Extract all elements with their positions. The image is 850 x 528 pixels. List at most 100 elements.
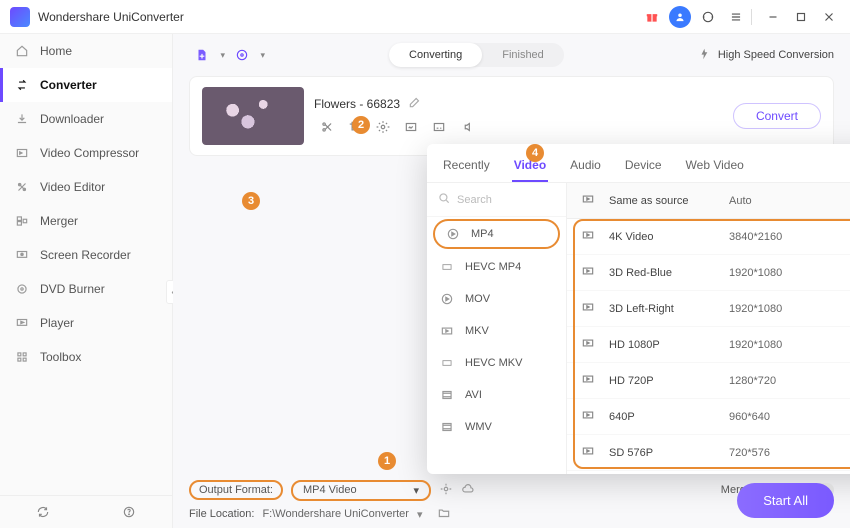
format-search[interactable]: Search xyxy=(427,183,566,217)
resolution-name: HD 1080P xyxy=(609,339,729,351)
film-icon xyxy=(439,388,455,402)
sidebar: Home Converter Downloader Video Compress… xyxy=(0,34,173,528)
resolution-row[interactable]: 3D Left-Right 1920*1080 xyxy=(567,291,850,327)
burner-icon xyxy=(14,281,30,297)
settings-icon[interactable] xyxy=(439,482,453,499)
video-tools xyxy=(314,120,723,137)
add-file-button[interactable]: ▾ xyxy=(189,42,215,68)
sidebar-item-recorder[interactable]: Screen Recorder xyxy=(0,238,172,272)
trim-icon[interactable] xyxy=(320,120,334,137)
add-disc-button[interactable]: ▾ xyxy=(229,42,255,68)
resolution-row[interactable]: Same as source Auto xyxy=(567,183,850,219)
format-label: HEVC MP4 xyxy=(465,261,521,273)
film-icon xyxy=(439,420,455,434)
player-icon xyxy=(14,315,30,331)
refresh-button[interactable] xyxy=(0,496,86,528)
resolution-row[interactable]: 4K Video 3840*2160 xyxy=(567,219,850,255)
convert-button[interactable]: Convert xyxy=(733,103,821,129)
tab-web-video[interactable]: Web Video xyxy=(684,152,746,182)
tab-audio[interactable]: Audio xyxy=(568,152,603,182)
format-mp4[interactable]: MP4 xyxy=(433,219,560,249)
sidebar-item-label: Downloader xyxy=(40,112,104,126)
resolution-name: HD 720P xyxy=(609,375,729,387)
sidebar-item-converter[interactable]: Converter xyxy=(0,68,172,102)
status-segment: Converting Finished xyxy=(389,43,564,67)
resolution-value: 3840*2160 xyxy=(729,231,850,243)
tab-converting[interactable]: Converting xyxy=(389,43,482,67)
sidebar-item-merger[interactable]: Merger xyxy=(0,204,172,238)
resolution-name: SD 576P xyxy=(609,447,729,459)
chevron-down-icon[interactable]: ▾ xyxy=(417,508,423,521)
format-panel: Recently Video Audio Device Web Video Se… xyxy=(427,144,850,474)
file-location-value: F:\Wondershare UniConverter xyxy=(262,508,409,520)
format-hevc-mp4[interactable]: HEVC MP4 xyxy=(427,251,566,283)
video-name: Flowers - 66823 xyxy=(314,97,400,111)
effect-icon[interactable] xyxy=(376,120,390,137)
tab-finished[interactable]: Finished xyxy=(482,43,564,67)
main-area: ▾ ▾ Converting Finished High Speed Conve… xyxy=(173,34,850,528)
format-mkv[interactable]: MKV xyxy=(427,315,566,347)
sidebar-item-player[interactable]: Player xyxy=(0,306,172,340)
annotation-1: 1 xyxy=(378,452,396,470)
resolution-name: 3D Left-Right xyxy=(609,303,729,315)
video-icon xyxy=(581,408,599,425)
resolution-row[interactable]: SD 576P 720*576 xyxy=(567,435,850,471)
annotation-4: 4 xyxy=(526,144,544,162)
account-icon[interactable] xyxy=(669,6,691,28)
format-hevc-mkv[interactable]: HEVC MKV xyxy=(427,347,566,379)
resolution-row[interactable]: 3D Red-Blue 1920*1080 xyxy=(567,255,850,291)
format-wmv[interactable]: WMV xyxy=(427,411,566,443)
start-all-button[interactable]: Start All xyxy=(737,483,834,518)
folder-icon[interactable] xyxy=(437,506,451,523)
watermark-icon[interactable] xyxy=(404,120,418,137)
high-speed-toggle[interactable]: High Speed Conversion xyxy=(698,47,834,64)
app-title: Wondershare UniConverter xyxy=(38,10,184,24)
sidebar-item-home[interactable]: Home xyxy=(0,34,172,68)
resolution-value: 1920*1080 xyxy=(729,339,850,351)
resolution-name: 640P xyxy=(609,411,729,423)
format-avi[interactable]: AVI xyxy=(427,379,566,411)
maximize-button[interactable] xyxy=(790,6,812,28)
video-icon xyxy=(581,372,599,389)
chevron-down-icon: ▾ xyxy=(413,484,419,497)
resolution-row[interactable]: HD 720P 1280*720 xyxy=(567,363,850,399)
format-mov[interactable]: MOV xyxy=(427,283,566,315)
sidebar-item-burner[interactable]: DVD Burner xyxy=(0,272,172,306)
output-format-select[interactable]: MP4 Video ▾ xyxy=(291,480,431,501)
sidebar-item-label: Screen Recorder xyxy=(40,248,131,262)
sidebar-item-downloader[interactable]: Downloader xyxy=(0,102,172,136)
subtitle-icon[interactable] xyxy=(432,120,446,137)
converter-icon xyxy=(14,77,30,93)
tab-device[interactable]: Device xyxy=(623,152,664,182)
menu-icon[interactable] xyxy=(725,6,747,28)
resolution-value: 960*640 xyxy=(729,411,850,423)
edit-name-icon[interactable] xyxy=(408,95,422,112)
close-button[interactable] xyxy=(818,6,840,28)
compressor-icon xyxy=(14,145,30,161)
resolution-row[interactable]: HD 1080P 1920*1080 xyxy=(567,327,850,363)
minimize-button[interactable] xyxy=(762,6,784,28)
video-icon xyxy=(581,444,599,461)
sidebar-item-toolbox[interactable]: Toolbox xyxy=(0,340,172,374)
video-thumbnail[interactable] xyxy=(202,87,304,145)
gift-icon[interactable] xyxy=(641,6,663,28)
sidebar-footer xyxy=(0,495,172,528)
output-format-label: Output Format: xyxy=(189,480,283,500)
resolution-list: Same as source Auto 4K Video 3840*2160 3… xyxy=(567,183,850,474)
search-placeholder: Search xyxy=(457,194,492,206)
resolution-row[interactable]: 640P 960*640 xyxy=(567,399,850,435)
toolbox-icon xyxy=(14,349,30,365)
sidebar-item-label: Converter xyxy=(40,78,97,92)
audio-icon[interactable] xyxy=(460,120,474,137)
sidebar-item-compressor[interactable]: Video Compressor xyxy=(0,136,172,170)
bottom-bar: Output Format: MP4 Video ▾ Merge All Fil… xyxy=(173,472,850,528)
support-icon[interactable] xyxy=(697,6,719,28)
cloud-icon[interactable] xyxy=(461,482,475,499)
resolution-value: 1920*1080 xyxy=(729,303,850,315)
hevc-icon xyxy=(439,356,455,370)
recorder-icon xyxy=(14,247,30,263)
home-icon xyxy=(14,43,30,59)
help-button[interactable] xyxy=(86,496,172,528)
sidebar-item-editor[interactable]: Video Editor xyxy=(0,170,172,204)
tab-recently[interactable]: Recently xyxy=(441,152,492,182)
